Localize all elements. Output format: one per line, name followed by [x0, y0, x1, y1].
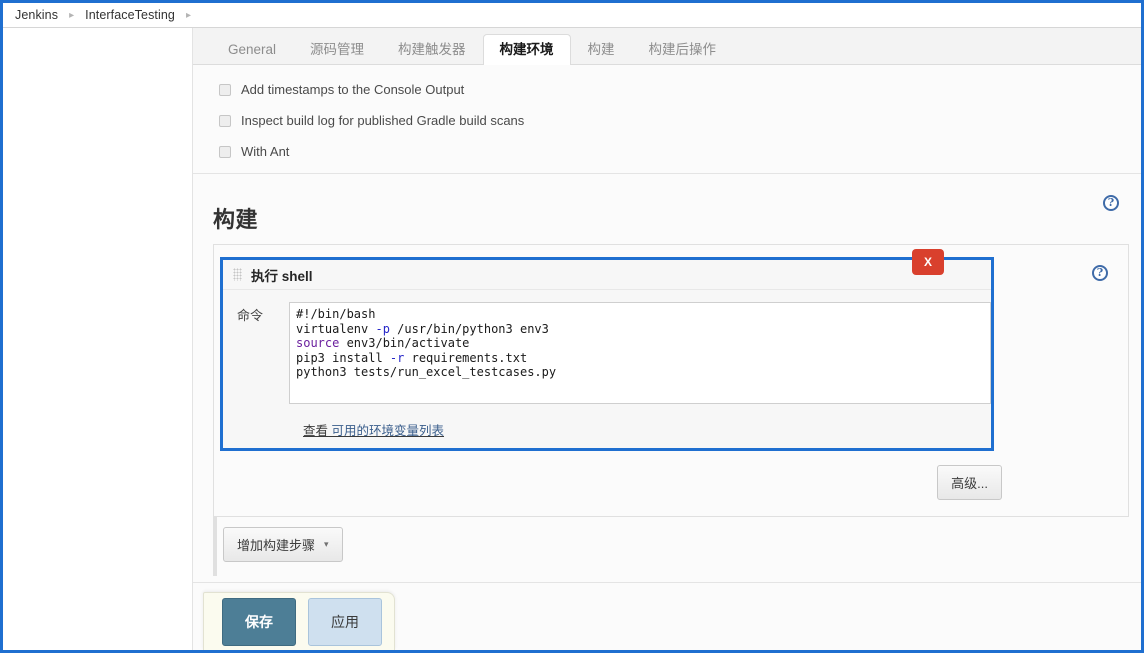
command-label: 命令 — [237, 308, 264, 323]
checkbox-row-with-ant[interactable]: With Ant — [193, 136, 1141, 167]
checkbox-label-timestamps: Add timestamps to the Console Output — [241, 82, 465, 97]
add-build-step-label: 增加构建步骤 — [237, 538, 316, 553]
chevron-right-icon: ▸ — [69, 9, 75, 21]
config-main: General 源码管理 构建触发器 构建环境 构建 构建后操作 Add tim… — [193, 28, 1141, 650]
tab-build[interactable]: 构建 — [571, 34, 632, 66]
tab-source-management[interactable]: 源码管理 — [293, 34, 381, 66]
tab-build-triggers[interactable]: 构建触发器 — [381, 34, 483, 66]
chevron-right-icon[interactable]: ▸ — [186, 10, 191, 21]
config-tab-bar: General 源码管理 构建触发器 构建环境 构建 构建后操作 — [193, 28, 1141, 65]
help-icon[interactable]: ? — [1103, 195, 1119, 211]
jenkins-window: Jenkins ▸ InterfaceTesting ▸ General 源码管… — [0, 0, 1144, 653]
breadcrumb-item-jenkins[interactable]: Jenkins — [15, 8, 58, 22]
save-action-bar: 保存 应用 — [203, 592, 395, 650]
checkbox-gradle-scans[interactable] — [219, 114, 231, 127]
build-step-execute-shell: X 执行 shell 命令 #!/bin/bash virtualenv -p … — [220, 249, 994, 451]
command-line: source env3/bin/activate — [296, 336, 470, 350]
env-link-prefix: 查看 — [303, 424, 329, 438]
build-step-header: 执行 shell — [223, 260, 991, 290]
checkbox-label-with-ant: With Ant — [241, 144, 290, 159]
command-field-row: 命令 #!/bin/bash virtualenv -p /usr/bin/py… — [223, 290, 991, 404]
help-icon[interactable]: ? — [1092, 265, 1108, 281]
add-build-step-button[interactable]: 增加构建步骤 ▾ — [223, 527, 343, 562]
build-steps-container: ? X 执行 shell 命令 #!/bin/bash virtualenv -… — [213, 244, 1129, 517]
textarea-resize-grip[interactable] — [290, 403, 990, 404]
delete-step-button[interactable]: X — [912, 249, 944, 275]
command-line: #!/bin/bash — [296, 307, 376, 321]
command-textarea[interactable]: #!/bin/bash virtualenv -p /usr/bin/pytho… — [289, 302, 991, 404]
command-line: python3 tests/run_excel_testcases.py — [296, 365, 557, 379]
checkbox-row-timestamps[interactable]: Add timestamps to the Console Output — [193, 74, 1141, 105]
tab-post-build-actions[interactable]: 构建后操作 — [632, 34, 734, 66]
config-body: Add timestamps to the Console Output Ins… — [193, 65, 1141, 650]
advanced-button[interactable]: 高级... — [937, 465, 1002, 500]
page-title-build: 构建 — [213, 207, 259, 232]
checkbox-timestamps[interactable] — [219, 83, 231, 96]
checkbox-with-ant[interactable] — [219, 145, 231, 158]
build-environment-section: Add timestamps to the Console Output Ins… — [193, 65, 1141, 211]
tab-general[interactable]: General — [211, 34, 293, 66]
chevron-down-icon: ▾ — [324, 539, 329, 549]
tab-build-environment[interactable]: 构建环境 — [482, 33, 571, 65]
save-button[interactable]: 保存 — [222, 597, 296, 646]
breadcrumb-item-job[interactable]: InterfaceTesting — [85, 8, 175, 22]
sidebar — [3, 28, 193, 650]
checkbox-row-gradle-scans[interactable]: Inspect build log for published Gradle b… — [193, 105, 1141, 136]
add-build-step-row: 增加构建步骤 ▾ — [213, 517, 353, 576]
env-variables-link[interactable]: 查看 可用的环境变量列表 — [303, 424, 444, 438]
breadcrumb: Jenkins ▸ InterfaceTesting ▸ — [3, 3, 1141, 28]
checkbox-label-gradle-scans: Inspect build log for published Gradle b… — [241, 113, 525, 128]
apply-button[interactable]: 应用 — [308, 597, 382, 646]
env-link-text: 可用的环境变量列表 — [331, 424, 445, 438]
drag-grip-icon[interactable] — [233, 268, 242, 281]
command-line: virtualenv -p /usr/bin/python3 env3 — [296, 321, 549, 336]
divider — [193, 173, 1141, 174]
env-variables-link-row: 查看 可用的环境变量列表 — [223, 404, 991, 448]
command-line: pip3 install -r requirements.txt — [296, 350, 528, 365]
advanced-button-row: 高级... — [220, 451, 1114, 502]
build-step-title: 执行 shell — [251, 268, 313, 284]
